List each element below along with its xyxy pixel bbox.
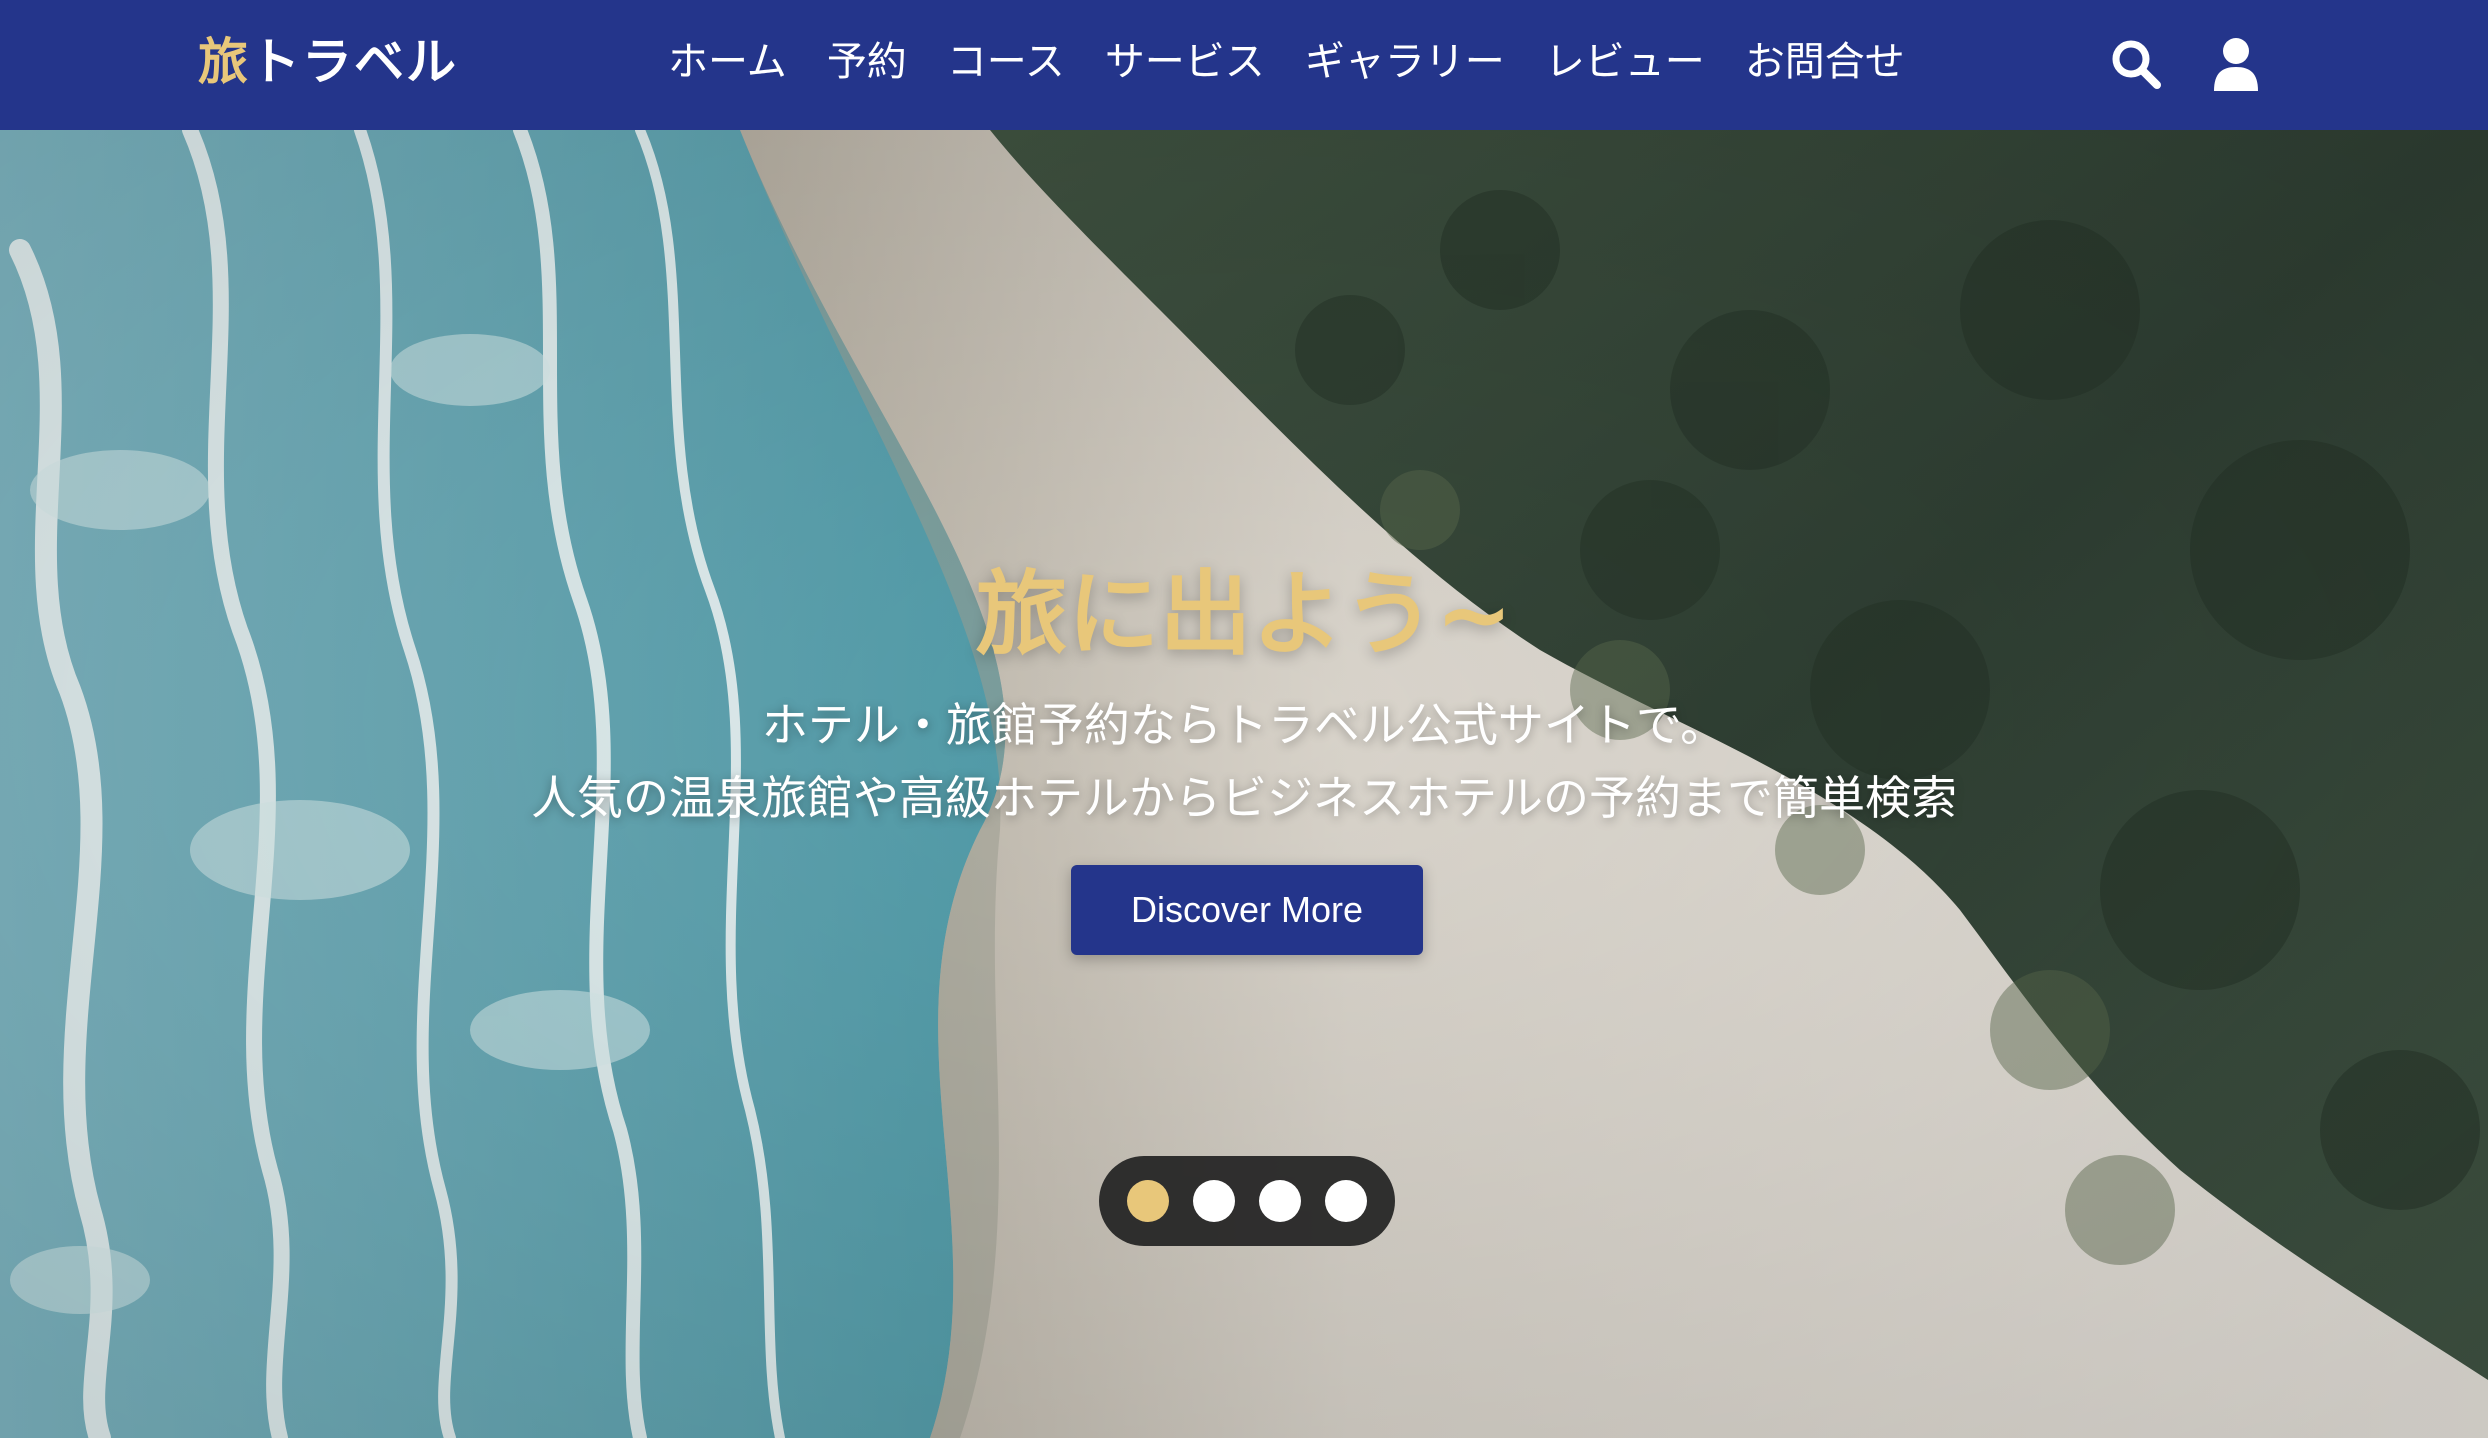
hero-section: 旅に出よう~ ホテル・旅館予約ならトラベル公式サイトで。 人気の温泉旅館や高級ホ… <box>0 130 2488 1438</box>
carousel-dot-1[interactable] <box>1127 1180 1169 1222</box>
nav-item-gallery[interactable]: ギャラリー <box>1305 22 1505 102</box>
nav-item-reviews[interactable]: レビュー <box>1545 22 1705 102</box>
logo-text: トラベル <box>250 33 458 91</box>
brand-logo[interactable]: 旅トラベル <box>198 22 458 102</box>
nav-item-courses[interactable]: コース <box>947 22 1065 102</box>
carousel-indicator <box>1099 1156 1395 1246</box>
hero-subtitle-line1: ホテル・旅館予約ならトラベル公式サイトで。 <box>761 698 1727 752</box>
nav-item-contact[interactable]: お問合せ <box>1745 22 1905 102</box>
logo-accent-text: 旅 <box>198 33 250 91</box>
nav-icons <box>2106 24 2266 104</box>
user-icon <box>2214 38 2258 91</box>
nav-item-reservation[interactable]: 予約 <box>827 22 907 102</box>
nav-item-home[interactable]: ホーム <box>668 22 787 102</box>
search-icon <box>2112 40 2161 89</box>
top-navbar: 旅トラベル ホーム 予約 コース サービス ギャラリー レビュー お問合せ <box>0 0 2488 130</box>
hero-title: 旅に出よう~ <box>975 561 1513 668</box>
main-nav: ホーム 予約 コース サービス ギャラリー レビュー お問合せ <box>668 22 1905 102</box>
search-button[interactable] <box>2106 34 2166 94</box>
hero-subtitle-line2: 人気の温泉旅館や高級ホテルからビジネスホテルの予約まで簡単検索 <box>531 771 1957 825</box>
carousel-dot-3[interactable] <box>1259 1180 1301 1222</box>
carousel-dot-2[interactable] <box>1193 1180 1235 1222</box>
nav-item-services[interactable]: サービス <box>1105 22 1265 102</box>
user-account-button[interactable] <box>2206 34 2266 94</box>
carousel-dot-4[interactable] <box>1325 1180 1367 1222</box>
discover-more-button[interactable]: Discover More <box>1071 865 1423 955</box>
